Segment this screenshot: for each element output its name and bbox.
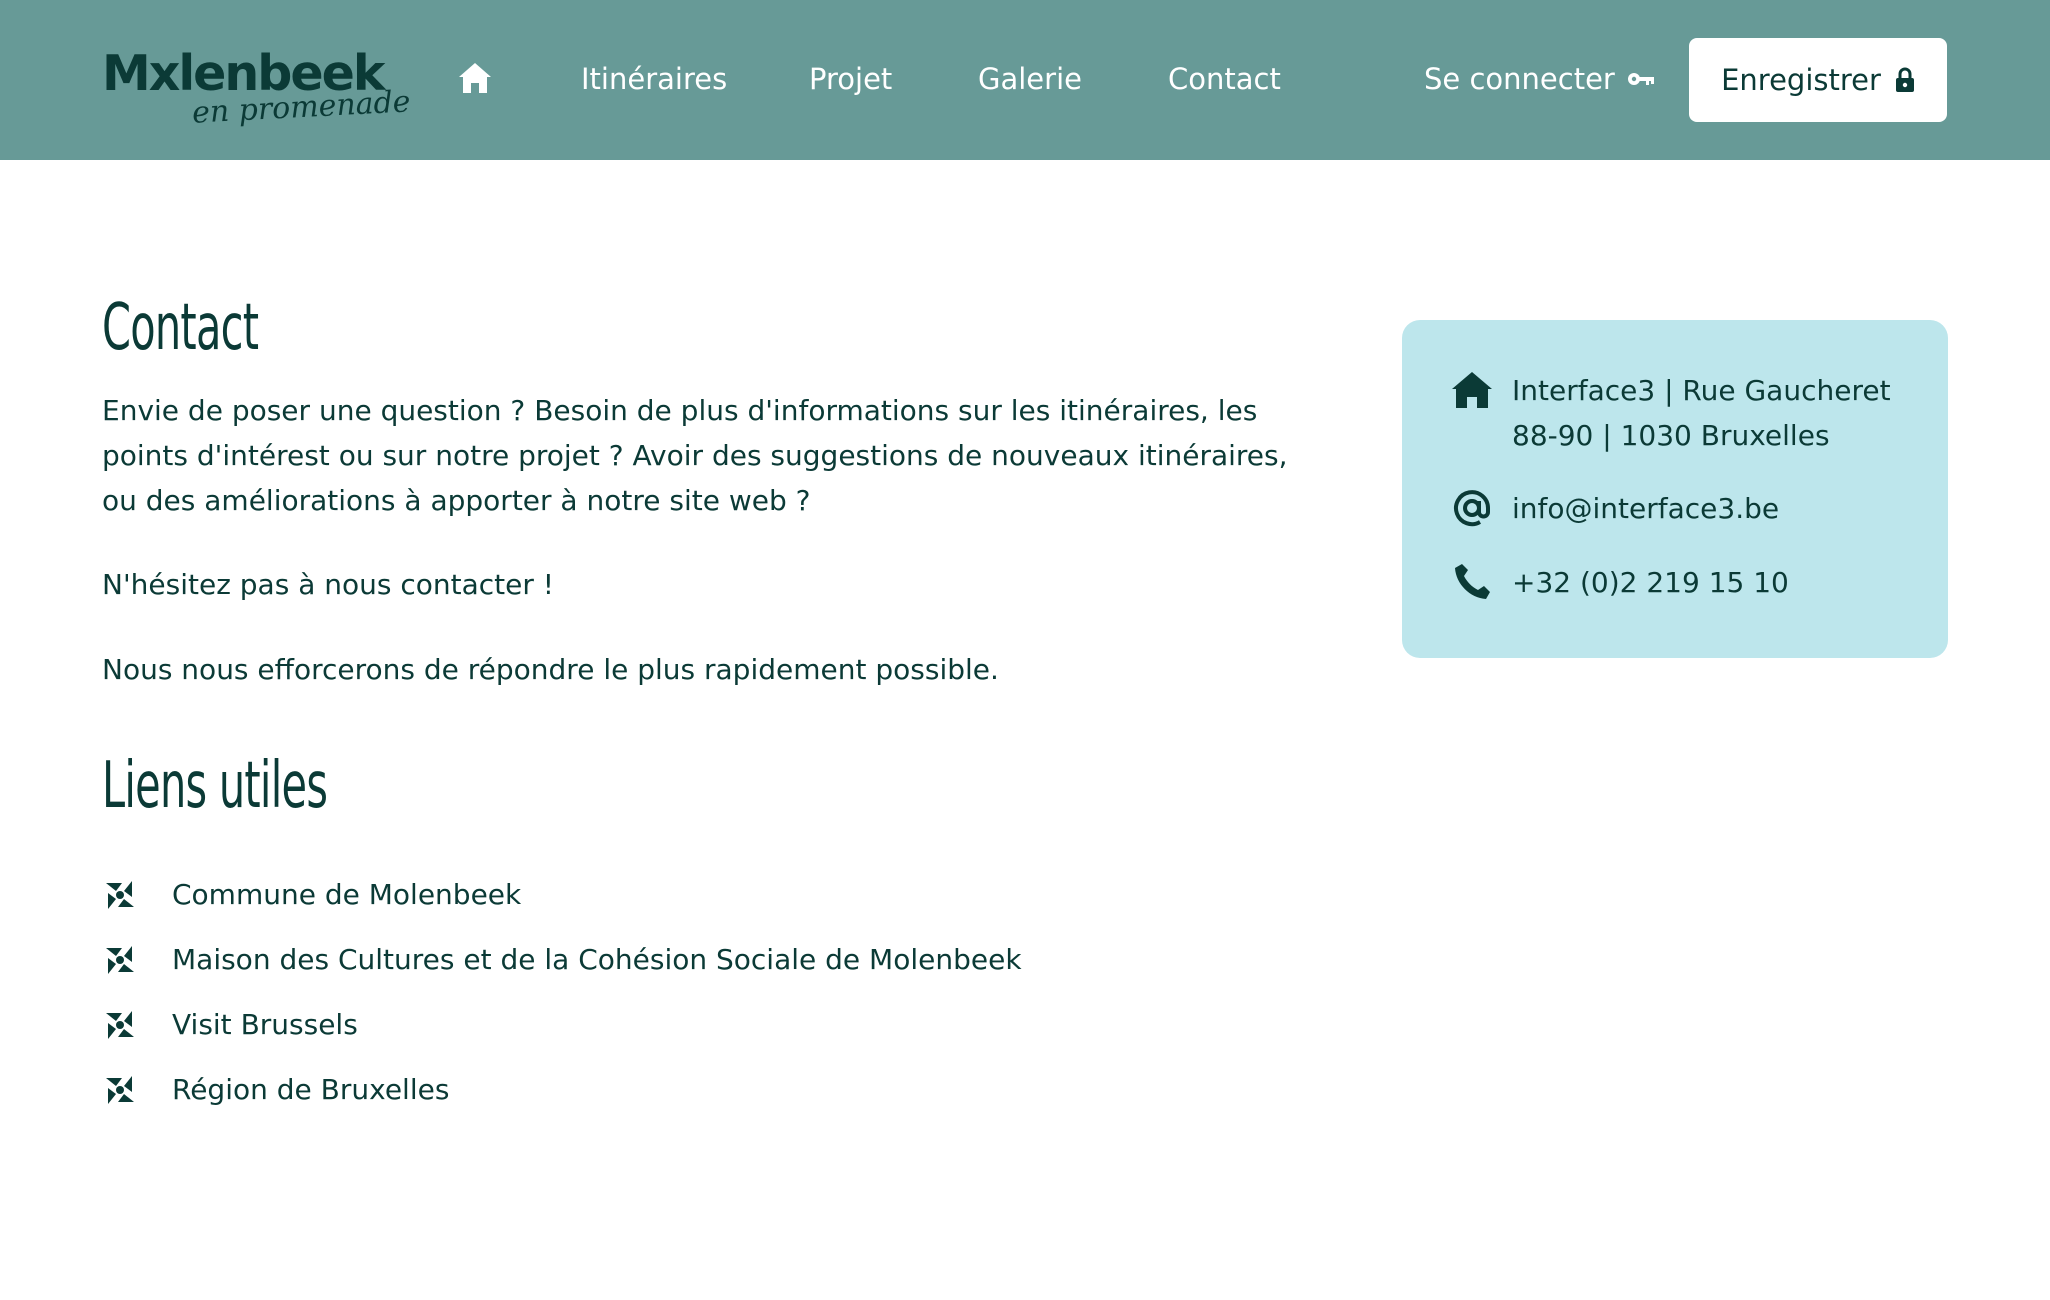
pinwheel-icon — [106, 1010, 134, 1039]
list-item: Maison des Cultures et de la Cohésion So… — [102, 927, 1022, 992]
phone-row: +32 (0)2 219 15 10 — [1450, 560, 1789, 605]
link-region-bruxelles[interactable]: Région de Bruxelles — [172, 1073, 449, 1106]
nav-galerie[interactable]: Galerie — [978, 56, 1082, 102]
home-icon — [1452, 372, 1492, 408]
link-maison-des-cultures[interactable]: Maison des Cultures et de la Cohésion So… — [172, 943, 1022, 976]
nav-itineraires[interactable]: Itinéraires — [581, 56, 727, 102]
nav-projet[interactable]: Projet — [809, 56, 892, 102]
phone-link[interactable]: +32 (0)2 219 15 10 — [1512, 560, 1789, 605]
intro-paragraph: Envie de poser une question ? Besoin de … — [102, 394, 1288, 517]
contact-info-card: Interface3 | Rue Gaucheret 88-90 | 1030 … — [1402, 320, 1948, 658]
login-label: Se connecter — [1424, 62, 1615, 96]
link-visit-brussels[interactable]: Visit Brussels — [172, 1008, 358, 1041]
at-icon — [1454, 490, 1490, 527]
pinwheel-icon — [106, 1075, 134, 1104]
pinwheel-icon — [106, 880, 134, 909]
useful-links-list: Commune de Molenbeek Maison des Cultures… — [102, 862, 1022, 1122]
phone-icon — [1455, 564, 1490, 599]
link-commune-molenbeek[interactable]: Commune de Molenbeek — [172, 878, 521, 911]
response-paragraph: Nous nous efforcerons de répondre le plu… — [102, 653, 999, 686]
address-text: Interface3 | Rue Gaucheret 88-90 | 1030 … — [1512, 374, 1891, 452]
email-link[interactable]: info@interface3.be — [1512, 486, 1779, 531]
page-title: Contact — [102, 291, 259, 365]
site-logo[interactable]: Mxlenbeek en promenade — [102, 44, 411, 131]
home-icon — [459, 63, 491, 93]
list-item: Visit Brussels — [102, 992, 1022, 1057]
register-label: Enregistrer — [1721, 63, 1881, 97]
useful-links-title: Liens utiles — [102, 749, 328, 823]
site-header: Mxlenbeek en promenade Itinéraires Proje… — [0, 0, 2050, 160]
login-button[interactable]: Se connecter — [1424, 56, 1655, 102]
email-row: info@interface3.be — [1450, 486, 1779, 531]
nav-home-link[interactable] — [456, 59, 494, 97]
register-button[interactable]: Enregistrer — [1689, 38, 1947, 122]
list-item: Région de Bruxelles — [102, 1057, 1022, 1122]
pinwheel-icon — [106, 945, 134, 974]
lock-icon — [1895, 67, 1914, 92]
contact-invite-paragraph: N'hésitez pas à nous contacter ! — [102, 568, 555, 601]
key-icon — [1627, 73, 1654, 85]
address-row: Interface3 | Rue Gaucheret 88-90 | 1030 … — [1450, 368, 1912, 458]
nav-contact[interactable]: Contact — [1168, 56, 1281, 102]
list-item: Commune de Molenbeek — [102, 862, 1022, 927]
